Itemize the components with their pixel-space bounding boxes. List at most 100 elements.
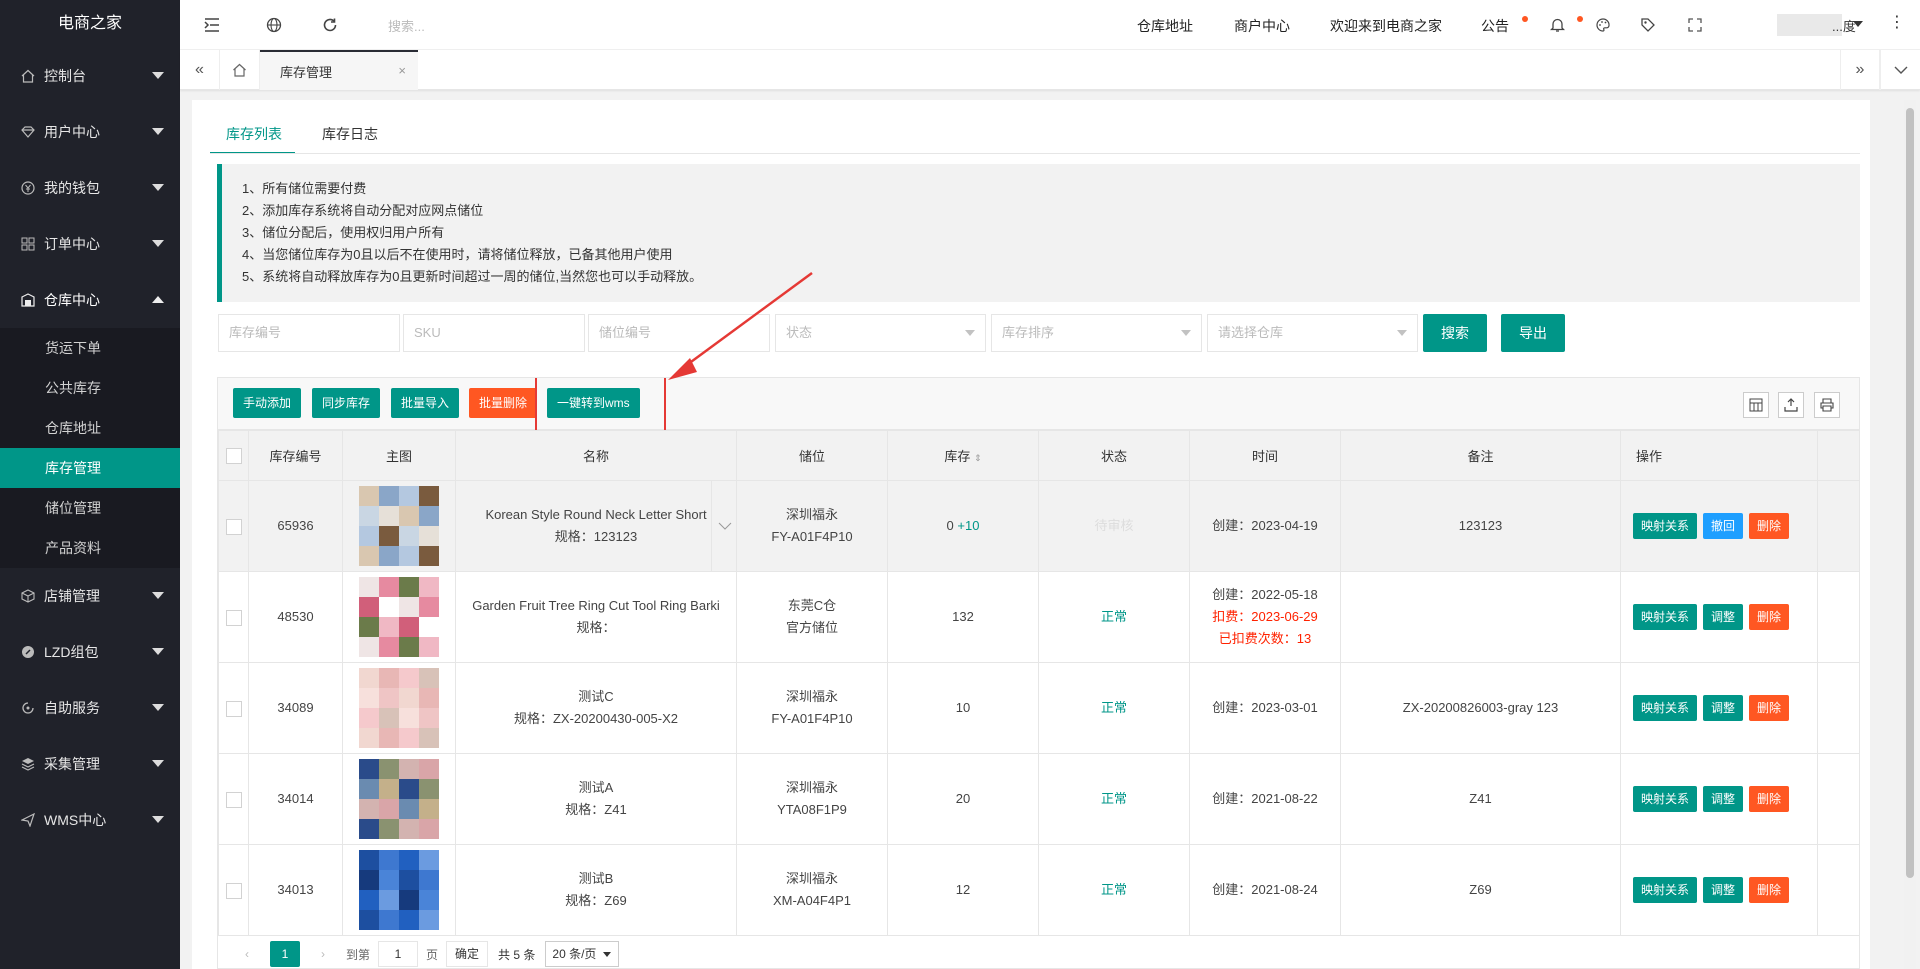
sidebar-item-bottom-4[interactable]: WMS中心 <box>0 792 180 848</box>
adjust-button[interactable]: 调整 <box>1703 877 1744 903</box>
warehouse-select[interactable]: 请选择仓库 <box>1207 314 1418 352</box>
sort-icon[interactable]: ⇕ <box>974 453 982 463</box>
col-header-image: 主图 <box>342 430 456 481</box>
adjust-button[interactable]: 调整 <box>1703 786 1744 812</box>
sidebar-item-bottom-1[interactable]: LZD组包 <box>0 624 180 680</box>
home-tab-icon[interactable] <box>220 50 260 90</box>
print-icon[interactable] <box>1814 392 1840 418</box>
batch-delete-button[interactable]: 批量删除 <box>469 388 538 418</box>
mapping-button[interactable]: 映射关系 <box>1633 695 1698 721</box>
row-checkbox[interactable] <box>225 791 242 808</box>
row-checkbox[interactable] <box>225 609 242 626</box>
top-bar: 搜索... 仓库地址 商户中心 欢迎来到电商之家 公告 ...度 ⋮ <box>180 0 1920 50</box>
tabs-scroll-right-icon[interactable]: » <box>1840 50 1880 90</box>
prev-page-icon[interactable]: ‹ <box>232 941 262 967</box>
sidebar-item-label: 订单中心 <box>44 236 100 252</box>
tab-inventory-list[interactable]: 库存列表 <box>226 124 282 144</box>
product-image[interactable] <box>359 486 439 566</box>
sidebar-item-top-1[interactable]: 用户中心 <box>0 104 180 160</box>
delete-button[interactable]: 删除 <box>1749 513 1790 539</box>
delete-button[interactable]: 删除 <box>1749 695 1790 721</box>
location-warehouse: 深圳福永 <box>785 689 838 704</box>
tabs-scroll-left-icon[interactable]: « <box>180 50 220 90</box>
more-vertical-icon[interactable]: ⋮ <box>1889 15 1905 31</box>
export-button[interactable]: 导出 <box>1501 314 1565 352</box>
search-button[interactable]: 搜索 <box>1423 314 1487 352</box>
mapping-button[interactable]: 映射关系 <box>1633 786 1698 812</box>
stock-no-input[interactable]: 库存编号 <box>218 314 400 352</box>
adjust-button[interactable]: 调整 <box>1703 695 1744 721</box>
row-checkbox[interactable] <box>225 518 242 535</box>
diamond-icon <box>20 124 36 140</box>
mapping-button[interactable]: 映射关系 <box>1633 513 1698 539</box>
adjust-button[interactable]: 调整 <box>1703 604 1744 630</box>
globe-icon[interactable] <box>264 15 284 35</box>
row-checkbox[interactable] <box>225 882 242 899</box>
delete-button[interactable]: 删除 <box>1749 877 1790 903</box>
product-image[interactable] <box>359 759 439 839</box>
columns-filter-icon[interactable] <box>1743 392 1769 418</box>
status-select[interactable]: 状态 <box>775 314 986 352</box>
actions-cell: 映射关系 调整 删除 <box>1620 662 1818 754</box>
product-image[interactable] <box>359 668 439 748</box>
name-expand-chevron-icon[interactable] <box>711 481 736 571</box>
goto-confirm-button[interactable]: 确定 <box>446 941 489 967</box>
product-image[interactable] <box>359 577 439 657</box>
top-link-warehouse-address[interactable]: 仓库地址 <box>1137 16 1193 36</box>
next-page-icon[interactable]: › <box>308 941 338 967</box>
sidebar-subitem-3[interactable]: 库存管理 <box>0 448 180 488</box>
top-link-announcement[interactable]: 公告 <box>1481 16 1509 36</box>
page-1-button[interactable]: 1 <box>270 941 300 967</box>
batch-import-button[interactable]: 批量导入 <box>391 388 460 418</box>
mapping-button[interactable]: 映射关系 <box>1633 877 1698 903</box>
sidebar-subitem-1[interactable]: 公共库存 <box>0 368 180 408</box>
sidebar-item-bottom-3[interactable]: 采集管理 <box>0 736 180 792</box>
export-icon[interactable] <box>1778 392 1804 418</box>
stock-sort-select[interactable]: 库存排序 <box>991 314 1202 352</box>
goto-page-input[interactable]: 1 <box>378 941 419 967</box>
global-search-input[interactable]: 搜索... <box>388 16 425 35</box>
top-link-merchant-center[interactable]: 商户中心 <box>1234 16 1290 36</box>
tab-close-icon[interactable]: × <box>398 63 406 78</box>
tag-icon[interactable] <box>1638 15 1658 35</box>
sidebar-subitem-2[interactable]: 仓库地址 <box>0 408 180 448</box>
sidebar-item-top-2[interactable]: 我的钱包 <box>0 160 180 216</box>
sidebar-subitem-4[interactable]: 储位管理 <box>0 488 180 528</box>
location-cell: 深圳福永 XM-A04F4P1 <box>736 844 888 936</box>
sidebar-item-label: 店铺管理 <box>44 588 100 604</box>
tab-inventory-management[interactable]: 库存管理 × <box>260 50 418 90</box>
sync-stock-button[interactable]: 同步库存 <box>312 388 381 418</box>
bell-icon[interactable] <box>1547 15 1567 35</box>
product-image[interactable] <box>359 850 439 930</box>
per-page-select[interactable]: 20 条/页 <box>545 941 620 967</box>
refresh-icon[interactable] <box>320 15 340 35</box>
remark-cell: Z69 <box>1340 844 1621 936</box>
col-header-stock[interactable]: 库存 ⇕ <box>887 430 1039 481</box>
sidebar-subitem-0[interactable]: 货运下单 <box>0 328 180 368</box>
fullscreen-icon[interactable] <box>1685 15 1705 35</box>
sku-input[interactable]: SKU <box>403 314 585 352</box>
tab-inventory-log[interactable]: 库存日志 <box>322 124 378 144</box>
sidebar-item-bottom-2[interactable]: 自助服务 <box>0 680 180 736</box>
page-scrollbar[interactable] <box>1904 100 1916 969</box>
scrollbar-thumb[interactable] <box>1906 108 1914 878</box>
sidebar-item-top-4[interactable]: 仓库中心 <box>0 272 180 328</box>
location-no-input[interactable]: 储位编号 <box>588 314 770 352</box>
mapping-button[interactable]: 映射关系 <box>1633 604 1698 630</box>
delete-button[interactable]: 删除 <box>1749 604 1790 630</box>
user-dropdown-icon[interactable] <box>1853 21 1863 27</box>
manual-add-button[interactable]: 手动添加 <box>233 388 302 418</box>
sidebar-item-top-0[interactable]: 控制台 <box>0 48 180 104</box>
sidebar-item-top-3[interactable]: 订单中心 <box>0 216 180 272</box>
menu-collapse-icon[interactable] <box>202 15 222 35</box>
tabs-divider <box>210 153 1860 154</box>
select-all-checkbox[interactable] <box>225 447 242 464</box>
palette-icon[interactable] <box>1593 15 1613 35</box>
sidebar-subitem-5[interactable]: 产品资料 <box>0 528 180 568</box>
sidebar-item-bottom-0[interactable]: 店铺管理 <box>0 568 180 624</box>
delete-button[interactable]: 删除 <box>1749 786 1790 812</box>
tabs-menu-chevron-down-icon[interactable] <box>1880 50 1920 90</box>
withdraw-button[interactable]: 撤回 <box>1703 513 1744 539</box>
row-checkbox[interactable] <box>225 700 242 717</box>
remark-cell: ZX-20200826003-gray 123 <box>1340 662 1621 754</box>
